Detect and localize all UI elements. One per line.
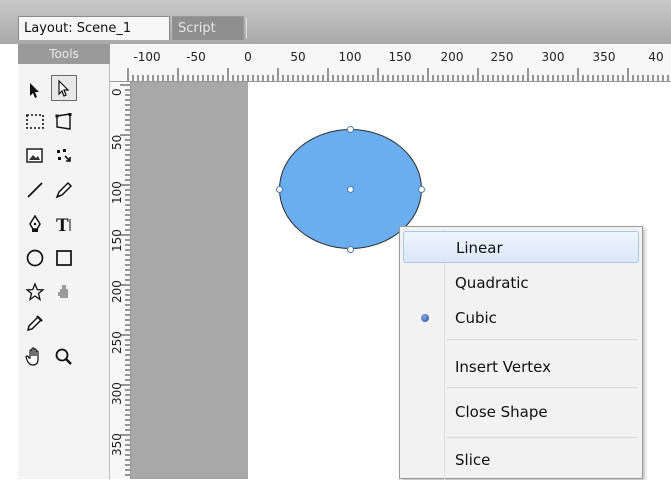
h-ruler-label: 350: [592, 50, 616, 64]
tab-divider: [246, 18, 247, 38]
line-icon: [27, 182, 43, 198]
rectangle-tool-button[interactable]: [51, 245, 77, 271]
subselect-icon: [58, 79, 70, 97]
eyedropper-icon: [26, 315, 43, 332]
menu-item-close-shape[interactable]: Close Shape: [403, 396, 639, 428]
menu-item-label: Quadratic: [455, 274, 529, 292]
menu-item-label: Insert Vertex: [455, 358, 552, 376]
menu-item-insert-vertex[interactable]: Insert Vertex: [403, 351, 639, 383]
text-tool-button[interactable]: T: [51, 211, 77, 237]
pen-icon: [29, 214, 41, 232]
select-tool-button[interactable]: [22, 77, 48, 103]
v-ruler-label: 150: [110, 229, 124, 252]
center-handle[interactable]: [347, 186, 354, 193]
transform-icon: [55, 113, 72, 130]
zoom-tool-button[interactable]: [51, 344, 77, 370]
paint-bucket-icon: [58, 285, 68, 298]
context-menu: Linear Quadratic Cubic Insert Vertex Clo…: [399, 226, 643, 480]
tools-panel: Tools T: [18, 44, 110, 479]
h-ruler-label: 100: [338, 50, 362, 64]
star-tool-button[interactable]: [22, 279, 48, 305]
eyedropper-tool-button[interactable]: [22, 310, 48, 336]
v-ruler-label: 100: [110, 181, 124, 204]
h-ruler-label: 0: [244, 50, 252, 64]
v-ruler-label: 300: [110, 382, 124, 405]
zoom-icon: [55, 348, 72, 365]
vertex-handle-top[interactable]: [347, 126, 354, 133]
h-ruler-label: 250: [490, 50, 514, 64]
menu-item-label: Linear: [456, 239, 503, 257]
h-ruler-label: 200: [440, 50, 464, 64]
scale-tool-button[interactable]: [51, 143, 77, 169]
v-ruler-label: 0: [110, 88, 124, 96]
tools-header: Tools: [18, 44, 110, 64]
ellipse-icon: [26, 249, 44, 267]
ellipse-tool-button[interactable]: [22, 245, 48, 271]
pencil-tool-button[interactable]: [51, 177, 77, 203]
rectangle-icon: [56, 250, 72, 266]
hand-icon: [25, 347, 39, 366]
v-ruler-label: 50: [110, 134, 124, 150]
pen-tool-button[interactable]: [22, 211, 48, 237]
radio-bullet-icon: [421, 314, 429, 322]
pasteboard-area: [131, 82, 248, 479]
menu-item-quadratic[interactable]: Quadratic: [403, 267, 639, 299]
tab-script[interactable]: Script: [172, 16, 244, 40]
image-icon: [26, 148, 43, 163]
star-icon: [25, 282, 45, 302]
menu-separator: [447, 437, 637, 438]
subselect-tool-button[interactable]: [51, 75, 77, 101]
tab-layout-scene[interactable]: Layout: Scene_1: [18, 16, 170, 40]
menu-item-label: Slice: [455, 451, 491, 469]
vertical-ruler: 0 50 100 150 200 250 300 350: [110, 82, 131, 479]
transform-tool-button[interactable]: [51, 109, 77, 135]
menu-item-label: Close Shape: [455, 403, 548, 421]
marquee-tool-button[interactable]: [22, 109, 48, 135]
v-ruler-label: 350: [110, 433, 124, 456]
select-arrow-icon: [30, 83, 39, 98]
image-tool-button[interactable]: [22, 143, 48, 169]
svg-text:T: T: [56, 215, 69, 234]
menu-separator: [447, 387, 637, 388]
vertex-handle-left[interactable]: [276, 186, 283, 193]
line-tool-button[interactable]: [22, 177, 48, 203]
h-ruler-label: -50: [186, 50, 206, 64]
pencil-icon: [55, 181, 73, 199]
menu-item-cubic[interactable]: Cubic: [403, 302, 639, 334]
h-ruler-label: 150: [388, 50, 412, 64]
menu-item-label: Cubic: [455, 309, 497, 327]
scale-icon: [57, 149, 71, 162]
paint-bucket-tool-button[interactable]: [51, 279, 77, 305]
h-ruler-label: 50: [290, 50, 306, 64]
tab-bar: Layout: Scene_1 Script: [0, 0, 671, 44]
menu-item-slice[interactable]: Slice: [403, 444, 639, 476]
v-ruler-label: 250: [110, 331, 124, 354]
h-ruler-label: 300: [541, 50, 565, 64]
vertex-handle-right[interactable]: [418, 186, 425, 193]
v-ruler-label: 200: [110, 280, 124, 303]
h-ruler-label: -100: [133, 50, 161, 64]
hand-tool-button[interactable]: [22, 344, 48, 370]
vertex-handle-bottom[interactable]: [347, 246, 354, 253]
menu-item-linear[interactable]: Linear: [403, 231, 639, 263]
h-ruler-label: 40: [648, 50, 664, 64]
text-icon: T: [56, 215, 71, 234]
menu-separator: [447, 339, 637, 340]
horizontal-ruler: -100 -50 0 50 100 150 200 250 300 350 40: [110, 44, 671, 82]
marquee-icon: [26, 114, 44, 129]
